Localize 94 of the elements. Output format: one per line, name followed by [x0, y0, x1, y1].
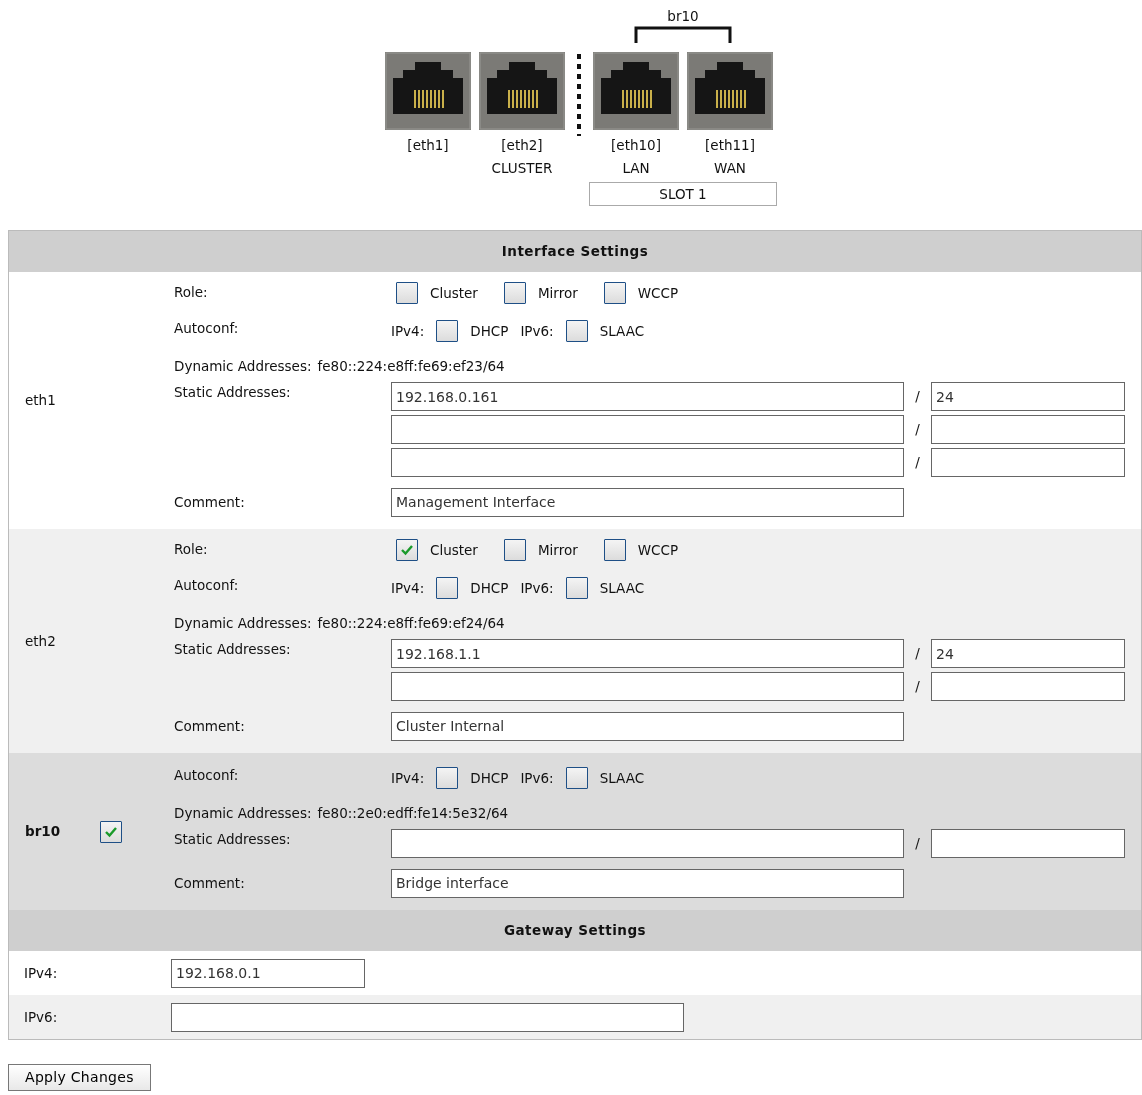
comment-field[interactable]: Cluster Internal	[391, 711, 904, 741]
port-role: CLUSTER	[491, 159, 553, 178]
field-label: Comment:	[174, 716, 246, 736]
checkbox[interactable]	[565, 577, 588, 599]
slash-separator: /	[914, 420, 921, 439]
prefix-field[interactable]: 24	[931, 639, 1125, 668]
address-field[interactable]: 192.168.1.1	[391, 639, 904, 668]
checkmark-icon	[400, 544, 414, 556]
ethernet-port-icon	[687, 52, 773, 130]
checkbox[interactable]	[503, 282, 526, 304]
checkbox-label: Cluster	[430, 283, 478, 303]
checkmark-icon	[104, 825, 119, 838]
checkbox-label: WCCP	[637, 283, 679, 303]
ethernet-port-icon	[593, 52, 679, 130]
slash-separator: /	[914, 677, 921, 696]
prefix-field[interactable]	[931, 672, 1125, 701]
checkbox-label: DHCP	[470, 768, 509, 788]
checkbox[interactable]	[603, 282, 626, 304]
field-label: Autoconf:	[174, 319, 240, 338]
checkbox[interactable]	[603, 539, 626, 561]
slash-separator: /	[914, 834, 921, 853]
slash-separator: /	[914, 387, 921, 406]
checkbox[interactable]	[565, 320, 588, 342]
checkbox[interactable]	[565, 767, 588, 789]
field-label: IPv4:	[391, 321, 425, 341]
field-label: Static Addresses:	[174, 383, 292, 402]
address-field[interactable]	[391, 448, 904, 477]
bridge-label: br10	[667, 7, 699, 26]
field-label: Static Addresses:	[174, 640, 292, 659]
field-label: Comment:	[174, 492, 246, 512]
field-label: Autoconf:	[174, 766, 240, 785]
apply-button[interactable]: Apply Changes	[8, 1064, 151, 1091]
prefix-field[interactable]: 24	[931, 382, 1125, 411]
checkbox-label: SLAAC	[599, 768, 645, 788]
address-field[interactable]	[391, 829, 904, 858]
dynamic-address: fe80::224:e8ff:fe69:ef23/64	[317, 357, 505, 376]
port-role: LAN	[622, 159, 650, 178]
checkbox[interactable]	[503, 539, 526, 561]
field-label: IPv6:	[520, 768, 554, 788]
port-role: WAN	[714, 159, 746, 178]
port-label: [eth10]	[611, 136, 661, 155]
gateway-field[interactable]	[171, 1002, 684, 1032]
field-label: Autoconf:	[174, 576, 240, 595]
comment-field[interactable]: Management Interface	[391, 487, 904, 517]
checkbox-label: SLAAC	[599, 578, 645, 598]
ethernet-port-icon	[385, 52, 471, 130]
field-label: IPv4:	[391, 578, 425, 598]
dynamic-address: fe80::2e0:edff:fe14:5e32/64	[317, 804, 509, 823]
interface-name: eth2	[25, 631, 56, 651]
port-label: [eth11]	[705, 136, 755, 155]
checkbox[interactable]	[436, 320, 459, 342]
field-label: IPv4:	[23, 963, 59, 983]
gateway-field[interactable]: 192.168.0.1	[171, 958, 365, 988]
checkbox-label: DHCP	[470, 578, 509, 598]
checkbox[interactable]	[436, 577, 459, 599]
checkbox[interactable]	[436, 767, 459, 789]
checkbox-label: WCCP	[637, 540, 679, 560]
field-label: Role:	[174, 283, 209, 302]
field-label: IPv6:	[520, 321, 554, 341]
field-label: Role:	[174, 540, 209, 559]
field-label: Comment:	[174, 873, 246, 893]
field-label: IPv6:	[520, 578, 554, 598]
field-label: Dynamic Addresses:	[174, 804, 312, 823]
prefix-field[interactable]	[931, 829, 1125, 858]
address-field[interactable]: 192.168.0.161	[391, 382, 904, 411]
checkbox-label: Mirror	[537, 283, 578, 303]
prefix-field[interactable]	[931, 448, 1125, 477]
slash-separator: /	[914, 453, 921, 472]
checkbox[interactable]	[396, 282, 418, 304]
slot-label: SLOT 1	[589, 182, 777, 206]
field-label: Dynamic Addresses:	[174, 357, 312, 376]
section-header: Gateway Settings	[9, 910, 1141, 951]
section-header: Interface Settings	[9, 231, 1141, 272]
interface-name: eth1	[25, 391, 56, 411]
port-label: [eth1]	[407, 136, 449, 155]
checkbox-label: DHCP	[470, 321, 509, 341]
field-label: Dynamic Addresses:	[174, 614, 312, 633]
checkbox[interactable]	[100, 820, 123, 843]
interface-name: br10	[25, 822, 61, 842]
field-label: IPv6:	[23, 1007, 59, 1027]
checkbox[interactable]	[396, 539, 418, 561]
field-label: Static Addresses:	[174, 830, 292, 849]
field-label: IPv4:	[391, 768, 425, 788]
ethernet-port-icon	[479, 52, 565, 130]
checkbox-label: Cluster	[430, 540, 478, 560]
checkbox-label: SLAAC	[599, 321, 645, 341]
address-field[interactable]	[391, 415, 904, 444]
port-label: [eth2]	[501, 136, 543, 155]
comment-field[interactable]: Bridge interface	[391, 868, 904, 898]
slash-separator: /	[914, 644, 921, 663]
prefix-field[interactable]	[931, 415, 1125, 444]
dynamic-address: fe80::224:e8ff:fe69:ef24/64	[317, 614, 505, 633]
checkbox-label: Mirror	[537, 540, 578, 560]
address-field[interactable]	[391, 672, 904, 701]
